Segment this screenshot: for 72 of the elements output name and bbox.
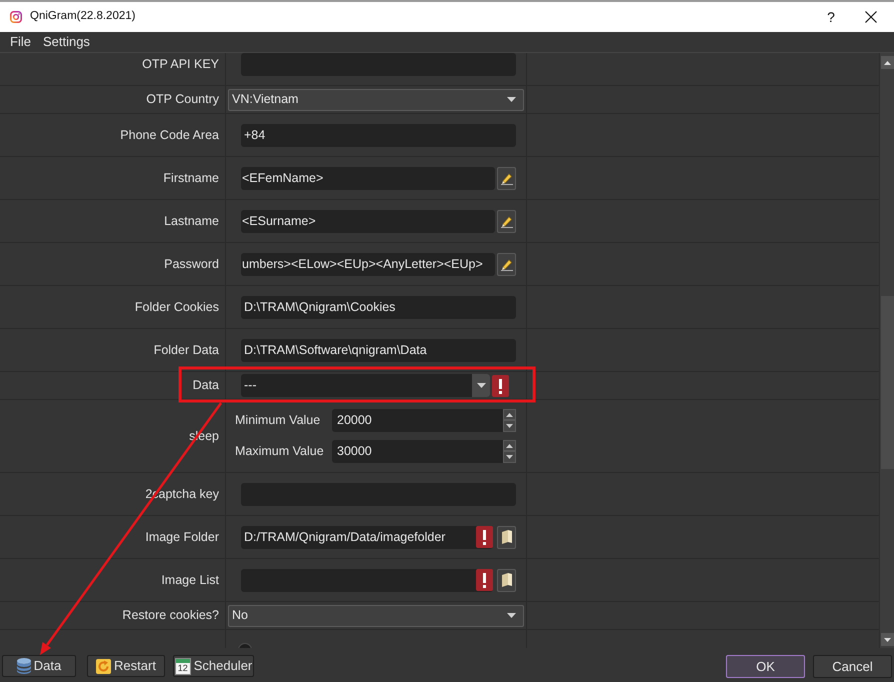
property-label: Image List [161, 572, 219, 589]
dialog-button[interactable]: Cancel [813, 655, 892, 678]
dropdown[interactable]: No [228, 604, 524, 626]
toolbar-button[interactable]: Restart [87, 655, 165, 677]
property-label: Data [192, 377, 219, 394]
property-label: OTP Country [146, 91, 219, 108]
window-title: QniGram(22.8.2021) [30, 9, 136, 24]
dropdown-button[interactable] [472, 374, 490, 397]
triangle-down-icon [884, 638, 890, 642]
menu-item[interactable]: Settings [36, 33, 96, 51]
spin-up-button[interactable] [503, 409, 516, 420]
text-field[interactable]: <EFemName> [241, 166, 495, 190]
property-label: Image Folder [145, 528, 219, 546]
caret-icon [476, 383, 486, 388]
property-label: OTP API KEY [142, 56, 219, 73]
camera-icon [10, 11, 22, 23]
field-label: Maximum Value [235, 443, 325, 460]
spin-box[interactable]: 20000 [332, 409, 516, 432]
triangle-up-icon [506, 412, 513, 416]
path-field[interactable]: D:/TRAM/Qnigram/Data/imagefolder [241, 526, 493, 548]
spin-down-button[interactable] [503, 451, 516, 463]
path-field[interactable] [241, 568, 493, 592]
scroll-up-button[interactable] [880, 56, 894, 69]
toolbar-button[interactable]: Data [2, 655, 76, 677]
browse-button[interactable] [497, 526, 516, 548]
spin-down-button[interactable] [503, 420, 516, 432]
refresh-icon [96, 658, 112, 674]
caret-icon [507, 613, 516, 618]
edit-button[interactable] [497, 166, 516, 190]
select-field[interactable]: --- [241, 374, 490, 397]
triangle-down-icon [506, 424, 513, 428]
folder-icon [502, 530, 512, 544]
toolbar-button[interactable]: 12 Scheduler [173, 655, 254, 677]
scroll-down-button[interactable] [880, 633, 894, 646]
folder-icon [502, 573, 512, 587]
property-label: Password [164, 256, 219, 273]
text-field[interactable]: D:\TRAM\Software\qnigram\Data [241, 338, 516, 362]
property-label: Folder Cookies [134, 298, 219, 316]
property-label: Folder Data [154, 342, 219, 359]
property-label: Restore cookies? [122, 607, 219, 624]
edit-button[interactable] [497, 210, 516, 232]
spin-box[interactable]: 30000 [332, 440, 516, 463]
close-icon [865, 11, 877, 23]
menu-item[interactable]: File [4, 33, 37, 51]
spin-up-button[interactable] [503, 440, 516, 451]
scrollbar-thumb[interactable] [880, 296, 894, 469]
scrollbar[interactable] [879, 53, 894, 648]
edit-button[interactable] [497, 252, 516, 276]
help-button[interactable]: ? [814, 2, 848, 32]
text-field[interactable]: D:\TRAM\Qnigram\Cookies [241, 296, 516, 318]
property-label: Lastname [164, 212, 219, 230]
triangle-down-icon [506, 455, 513, 459]
dropdown[interactable]: VN:Vietnam [228, 88, 524, 110]
text-field[interactable]: <ESurname> [241, 210, 495, 232]
triangle-up-icon [506, 444, 513, 448]
pencil-icon [500, 172, 512, 184]
caret-icon [507, 97, 516, 102]
field-label: Minimum Value [235, 412, 322, 430]
text-field[interactable]: +84 [241, 124, 516, 146]
browse-button[interactable] [497, 568, 516, 592]
database-icon [16, 658, 31, 674]
property-label: Firstname [163, 170, 219, 187]
calendar-icon: 12 [174, 658, 191, 674]
text-field[interactable]: umbers><ELow><EUp><AnyLetter><EUp> [241, 252, 495, 276]
dialog-button[interactable]: OK [726, 655, 805, 678]
text-field[interactable] [241, 53, 516, 76]
warning-icon [476, 526, 493, 548]
pencil-icon [500, 258, 512, 270]
warning-icon [476, 569, 493, 591]
pencil-icon [500, 214, 512, 228]
triangle-up-icon [884, 60, 890, 64]
property-label: Phone Code Area [120, 126, 219, 144]
